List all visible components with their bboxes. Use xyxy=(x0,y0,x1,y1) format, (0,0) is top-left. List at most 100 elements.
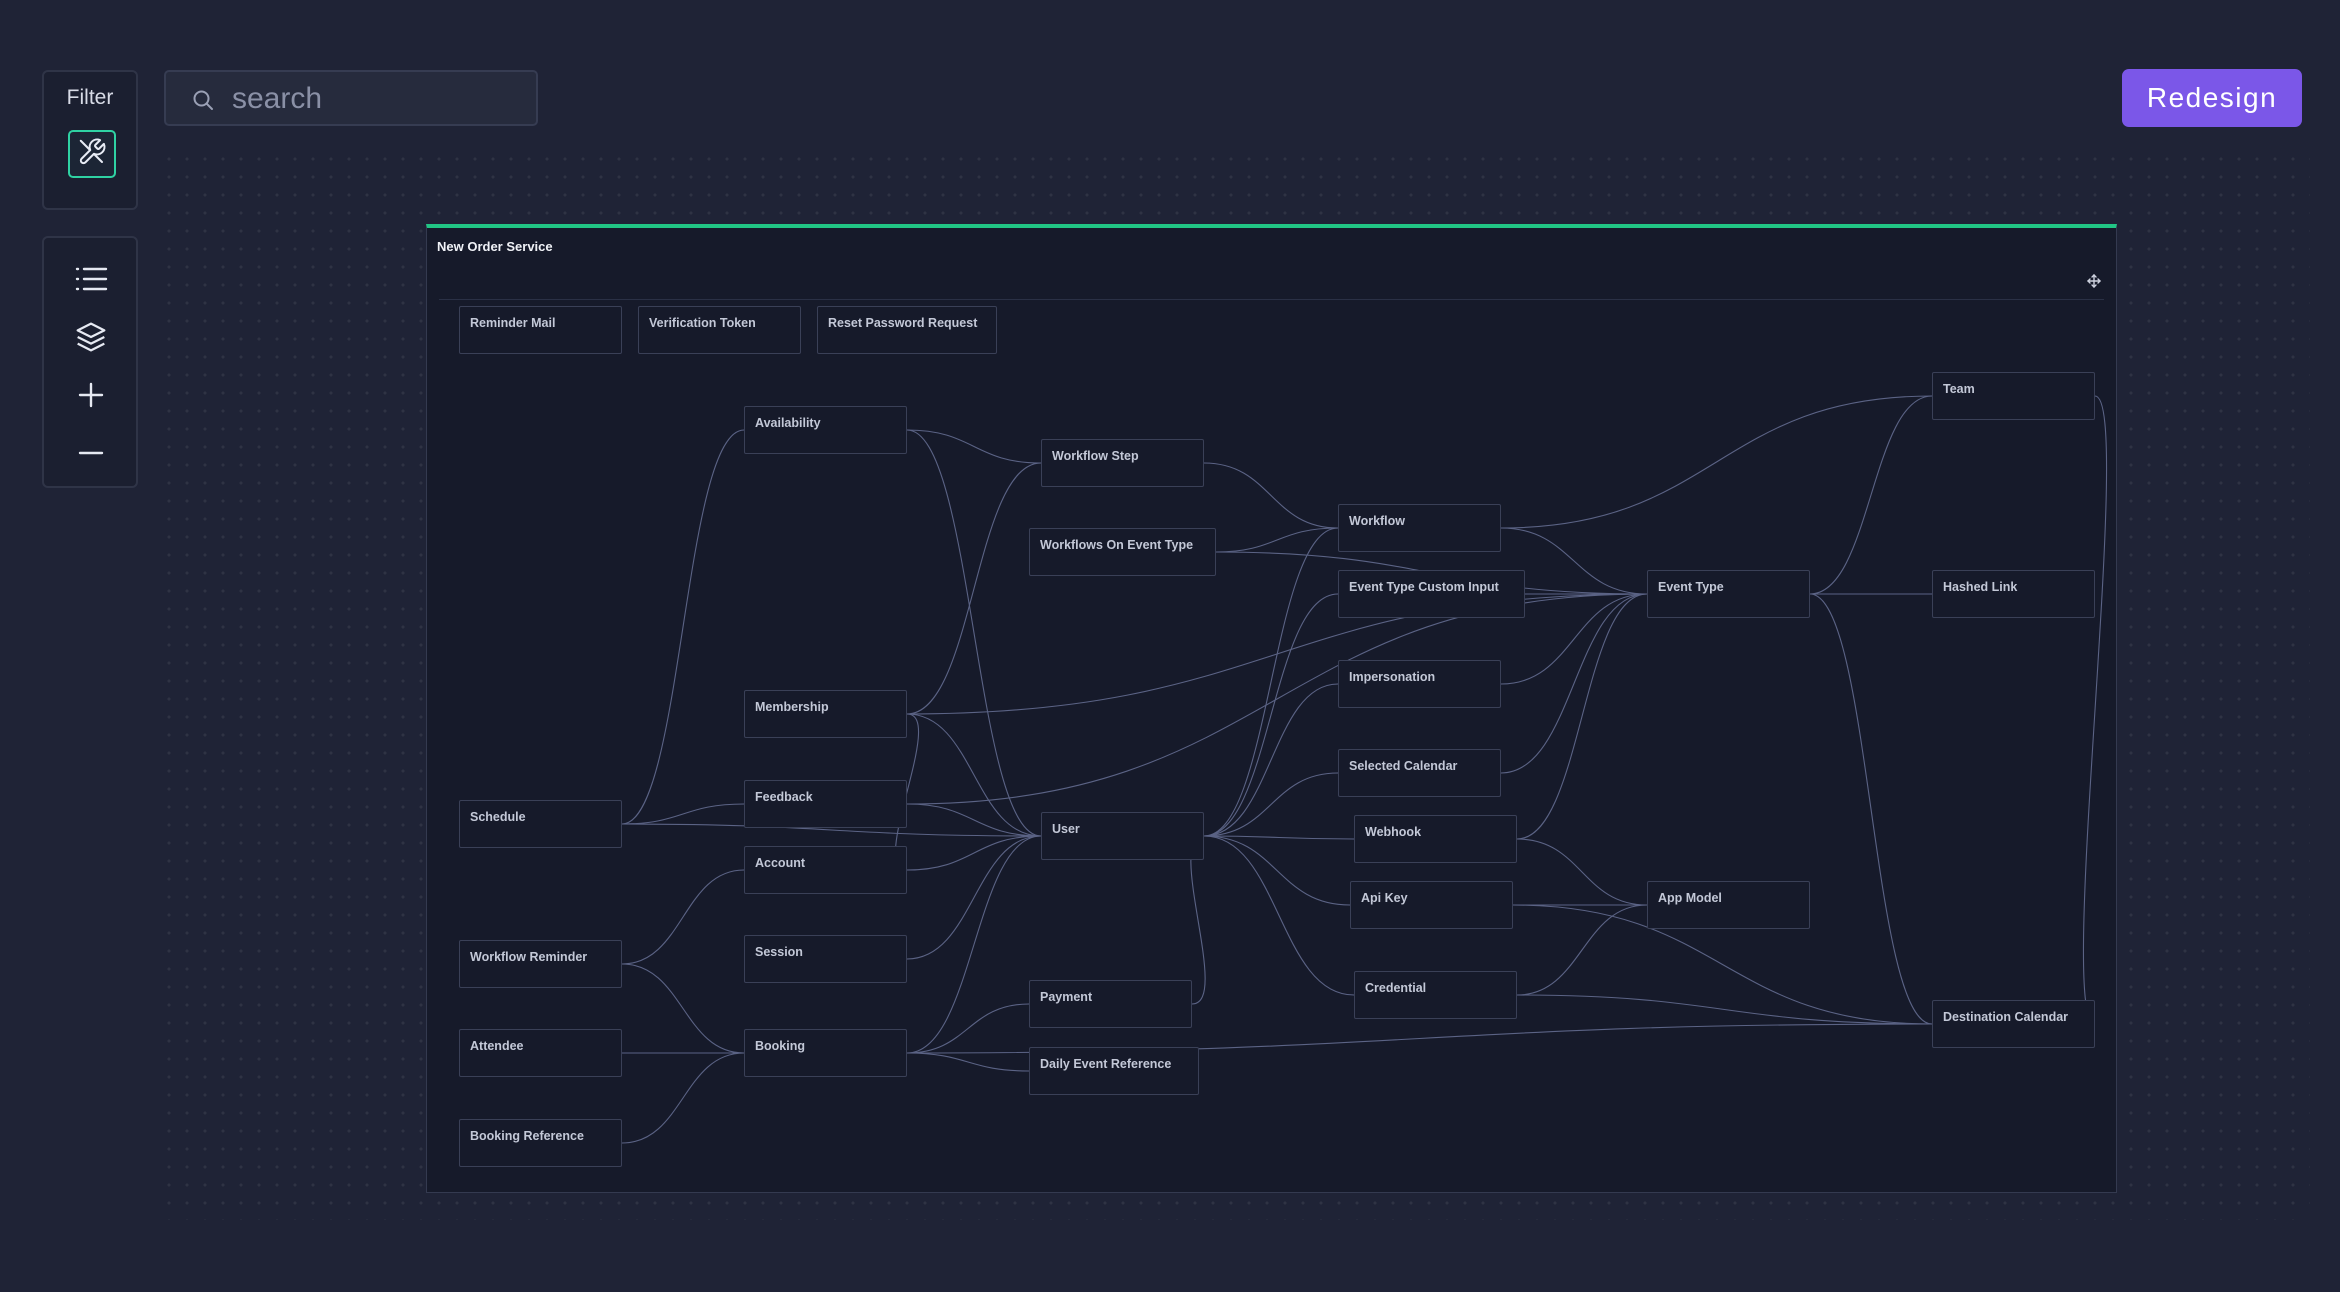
zoom-out-button[interactable] xyxy=(68,432,114,478)
entity-label: Webhook xyxy=(1365,825,1422,839)
relation-edge xyxy=(1809,593,1933,1025)
entity-label: Verification Token xyxy=(649,316,756,330)
relation-edge xyxy=(1203,462,1339,529)
relation-edge xyxy=(1203,835,1355,840)
entity-reminder-mail[interactable]: Reminder Mail xyxy=(459,306,622,354)
entity-reset-password-request[interactable]: Reset Password Request xyxy=(817,306,997,354)
entity-impersonation[interactable]: Impersonation xyxy=(1338,660,1501,708)
entity-label: Payment xyxy=(1040,990,1093,1004)
entity-label: Api Key xyxy=(1361,891,1408,905)
entity-booking[interactable]: Booking xyxy=(744,1029,907,1077)
entity-label: Feedback xyxy=(755,790,813,804)
entity-label: Impersonation xyxy=(1349,670,1436,684)
relation-edge xyxy=(906,429,1042,464)
entity-event-type-custom-input[interactable]: Event Type Custom Input xyxy=(1338,570,1525,618)
entity-webhook[interactable]: Webhook xyxy=(1354,815,1517,863)
entity-workflow[interactable]: Workflow xyxy=(1338,504,1501,552)
entity-selected-calendar[interactable]: Selected Calendar xyxy=(1338,749,1501,797)
relation-edge xyxy=(1516,838,1648,906)
relation-edge xyxy=(1516,904,1648,996)
entity-label: Selected Calendar xyxy=(1349,759,1458,773)
entity-api-key[interactable]: Api Key xyxy=(1350,881,1513,929)
search-input[interactable] xyxy=(230,78,524,120)
entity-workflows-on-event-type[interactable]: Workflows On Event Type xyxy=(1029,528,1216,576)
relation-edge xyxy=(906,835,1042,960)
entity-label: Destination Calendar xyxy=(1943,1010,2069,1024)
entity-account[interactable]: Account xyxy=(744,846,907,894)
entity-label: Schedule xyxy=(470,810,526,824)
filter-tools-button[interactable] xyxy=(68,130,116,178)
service-group: New Order Service Reminder Mail Verifica… xyxy=(426,224,2117,1193)
group-divider xyxy=(439,299,2104,300)
entity-booking-reference[interactable]: Booking Reference xyxy=(459,1119,622,1167)
relation-edge xyxy=(621,803,745,825)
relation-edge xyxy=(1516,593,1648,840)
entity-feedback[interactable]: Feedback xyxy=(744,780,907,828)
zoom-in-icon xyxy=(77,381,105,414)
entity-destination-calendar[interactable]: Destination Calendar xyxy=(1932,1000,2095,1048)
list-view-button[interactable] xyxy=(68,258,114,304)
layers-button[interactable] xyxy=(68,316,114,362)
entity-label: Availability xyxy=(755,416,821,430)
search-box xyxy=(164,70,538,126)
entity-event-type[interactable]: Event Type xyxy=(1647,570,1810,618)
entity-label: Hashed Link xyxy=(1943,580,2018,594)
relation-edge xyxy=(906,835,1042,1054)
entity-payment[interactable]: Payment xyxy=(1029,980,1192,1028)
relation-edge xyxy=(1203,835,1355,996)
layers-icon xyxy=(75,321,107,358)
entity-attendee[interactable]: Attendee xyxy=(459,1029,622,1077)
entity-user[interactable]: User xyxy=(1041,812,1204,860)
relation-edge xyxy=(906,593,1648,715)
entity-label: Membership xyxy=(755,700,829,714)
entity-daily-event-reference[interactable]: Daily Event Reference xyxy=(1029,1047,1199,1095)
relation-edge xyxy=(1500,593,1648,774)
entity-label: Booking xyxy=(755,1039,805,1053)
entity-label: Credential xyxy=(1365,981,1427,995)
entity-label: Account xyxy=(755,856,805,870)
relation-edge xyxy=(1203,683,1339,837)
view-toolbar xyxy=(42,236,138,488)
zoom-in-button[interactable] xyxy=(68,374,114,420)
relation-edge xyxy=(1203,527,1339,837)
filter-label: Filter xyxy=(66,86,114,109)
entity-label: Daily Event Reference xyxy=(1040,1057,1172,1071)
list-icon xyxy=(74,265,108,298)
entity-label: Event Type xyxy=(1658,580,1724,594)
entity-hashed-link[interactable]: Hashed Link xyxy=(1932,570,2095,618)
relation-edge xyxy=(621,869,745,965)
relation-edge xyxy=(906,429,1042,837)
relation-edge xyxy=(621,963,745,1054)
entity-credential[interactable]: Credential xyxy=(1354,971,1517,1019)
entity-workflow-step[interactable]: Workflow Step xyxy=(1041,439,1204,487)
entity-team[interactable]: Team xyxy=(1932,372,2095,420)
relation-edge xyxy=(1215,527,1339,553)
entity-label: Event Type Custom Input xyxy=(1349,580,1499,594)
relation-edge xyxy=(906,1052,1030,1072)
relation-edge xyxy=(906,835,1042,871)
tools-icon xyxy=(77,137,107,172)
entity-verification-token[interactable]: Verification Token xyxy=(638,306,801,354)
entity-label: Session xyxy=(755,945,803,959)
move-handle-icon[interactable] xyxy=(2087,274,2101,288)
entity-membership[interactable]: Membership xyxy=(744,690,907,738)
redesign-button[interactable]: Redesign xyxy=(2122,69,2302,127)
entity-workflow-reminder[interactable]: Workflow Reminder xyxy=(459,940,622,988)
relation-edge xyxy=(1203,593,1339,837)
entity-session[interactable]: Session xyxy=(744,935,907,983)
relation-edge xyxy=(1203,772,1339,837)
relation-edge xyxy=(621,1052,745,1144)
entity-label: Team xyxy=(1943,382,1975,396)
relation-edge xyxy=(906,713,1042,837)
entity-label: Workflow Reminder xyxy=(470,950,588,964)
entity-app-model[interactable]: App Model xyxy=(1647,881,1810,929)
entity-label: Reset Password Request xyxy=(828,316,978,330)
relation-edge xyxy=(1516,994,1933,1025)
entity-availability[interactable]: Availability xyxy=(744,406,907,454)
entity-schedule[interactable]: Schedule xyxy=(459,800,622,848)
relation-edge xyxy=(1809,395,1933,595)
entity-label: App Model xyxy=(1658,891,1722,905)
filter-panel: Filter xyxy=(42,70,138,210)
entity-label: Reminder Mail xyxy=(470,316,556,330)
relation-edge xyxy=(1500,395,1933,529)
